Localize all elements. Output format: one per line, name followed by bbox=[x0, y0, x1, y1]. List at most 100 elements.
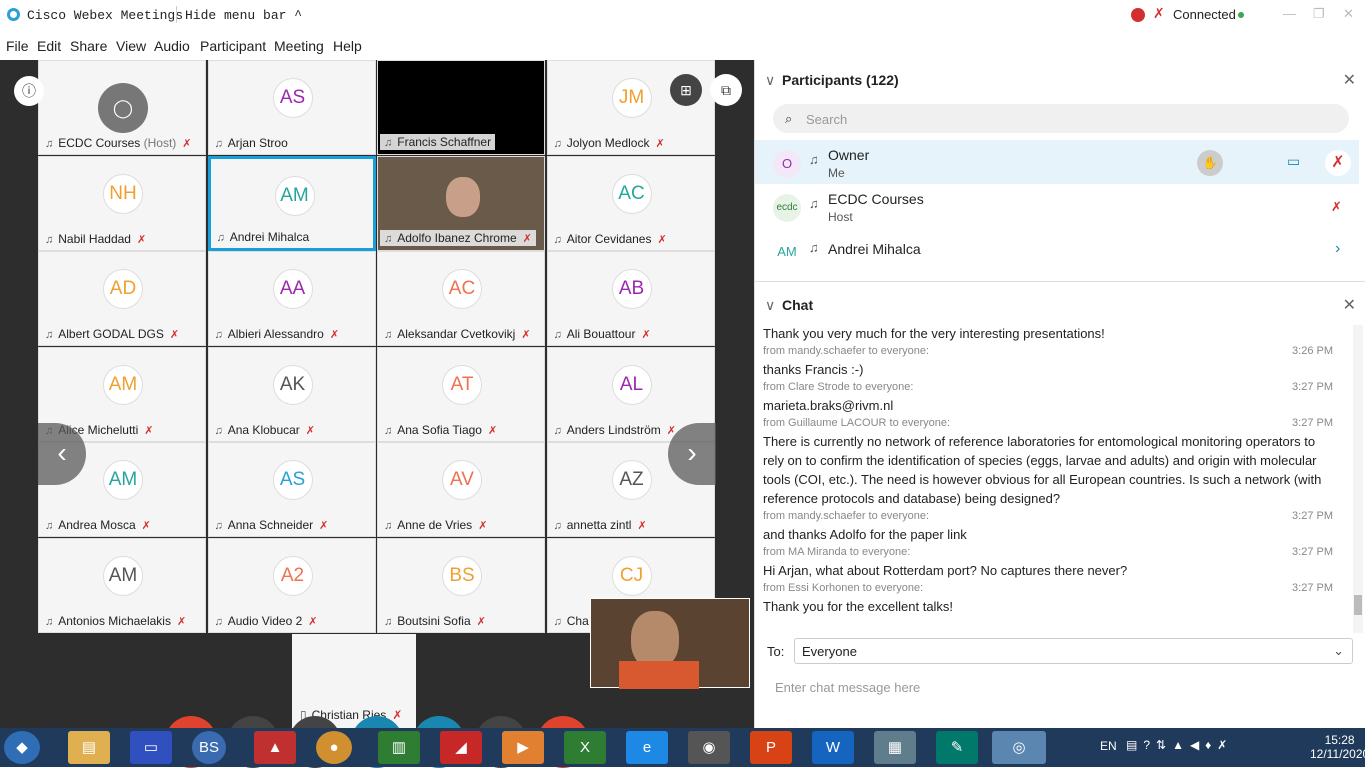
start-button[interactable]: ◆ bbox=[4, 731, 40, 764]
participant-tile[interactable]: AM ♫ Andrei Mihalca bbox=[207, 155, 376, 251]
participant-tile[interactable]: ♫ Adolfo Ibanez Chrome ✗ bbox=[377, 155, 545, 251]
app-icon-fire[interactable]: ▲ bbox=[254, 731, 296, 764]
menu-help[interactable]: Help bbox=[333, 38, 362, 54]
christian-ries-tile: ▯ Christian Ries ✗ bbox=[292, 634, 416, 728]
chat-scrollbar[interactable] bbox=[1353, 325, 1363, 633]
muted-mic-icon: ✗ bbox=[308, 615, 318, 628]
menu-view[interactable]: View bbox=[116, 38, 146, 54]
participant-tile[interactable]: AS ♫ Arjan Stroo bbox=[207, 60, 376, 155]
mute-icon[interactable]: ✗ bbox=[1325, 150, 1351, 176]
avatar: AM bbox=[103, 460, 143, 500]
headset-icon: ♫ bbox=[45, 615, 54, 628]
headset-icon: ♫ bbox=[214, 138, 223, 150]
maximize-button[interactable]: ❐ bbox=[1313, 6, 1325, 22]
publisher-icon[interactable]: ▥ bbox=[378, 731, 420, 764]
info-icon[interactable]: ⓘ bbox=[14, 76, 44, 106]
headset-icon: ♫ bbox=[214, 329, 223, 341]
bs-player-icon[interactable]: BS bbox=[192, 731, 226, 764]
menu-meeting[interactable]: Meeting bbox=[274, 38, 324, 54]
language-indicator[interactable]: EN bbox=[1100, 739, 1117, 753]
calculator-icon[interactable]: ▦ bbox=[874, 731, 916, 764]
participant-tile[interactable]: AC ♫ Aleksandar Cvetkovikj ✗ bbox=[377, 251, 545, 346]
word-icon[interactable]: W bbox=[812, 731, 854, 764]
muted-mic-icon: ✗ bbox=[521, 329, 531, 341]
muted-mic-icon: ✗ bbox=[319, 520, 329, 532]
chat-messages: Thank you very much for the very interes… bbox=[763, 324, 1333, 616]
menu-edit[interactable]: Edit bbox=[37, 38, 61, 54]
participant-tile[interactable]: BS ♫ Boutsini Sofia ✗ bbox=[377, 537, 545, 633]
menu-participant[interactable]: Participant bbox=[200, 38, 266, 54]
clock[interactable]: 15:28 12/11/2020 bbox=[1310, 733, 1365, 761]
chat-input[interactable]: Enter chat message here bbox=[775, 680, 920, 695]
search-input[interactable]: ⌕ Search bbox=[773, 104, 1349, 133]
participant-tile[interactable]: AC ♫ Aitor Cevidanes ✗ bbox=[546, 155, 715, 251]
collapse-chevron-icon[interactable]: ∨ bbox=[765, 297, 775, 314]
powerpoint-icon[interactable]: P bbox=[750, 731, 792, 764]
participant-row-owner[interactable]: O ♫ Owner Me ✋ ▭ ✗ bbox=[755, 140, 1359, 184]
minimize-button[interactable]: — bbox=[1283, 6, 1296, 21]
internet-explorer-icon[interactable]: e bbox=[626, 731, 668, 764]
chat-sender: from Essi Korhonen to everyone: 3:27 PM bbox=[763, 582, 1333, 594]
close-chat-icon[interactable]: ✕ bbox=[1343, 295, 1356, 315]
side-panel: ∨ Participants (122) ✕ ⌕ Search O ♫ Owne… bbox=[754, 60, 1365, 728]
participant-tile[interactable]: AD ♫ Albert GODAL DGS ✗ bbox=[38, 251, 206, 346]
chrome-icon[interactable]: ◉ bbox=[688, 731, 730, 764]
participant-tile[interactable]: AK ♫ Ana Klobucar ✗ bbox=[207, 346, 376, 442]
participant-tile[interactable]: AB ♫ Ali Bouattour ✗ bbox=[546, 251, 715, 346]
close-participants-icon[interactable]: ✕ bbox=[1343, 70, 1356, 90]
avatar: A2 bbox=[272, 555, 313, 596]
video-stage: ♫ ECDC Courses (Host) ✗ AS ♫ Arjan Stroo ♫ Fran… bbox=[0, 60, 754, 768]
acrobat-icon[interactable]: ◢ bbox=[440, 731, 482, 764]
save-icon[interactable]: ▭ bbox=[130, 731, 172, 764]
tray-icons[interactable]: ▤?⇅▲◀♦✗ bbox=[1126, 738, 1233, 752]
video-camera-icon[interactable]: ▭ bbox=[1287, 153, 1300, 170]
participant-tile[interactable]: AS ♫ Anna Schneider ✗ bbox=[207, 442, 376, 537]
headset-icon: ♫ bbox=[214, 424, 223, 437]
grid-view-icon[interactable]: ⊞ bbox=[670, 74, 702, 106]
participant-row-ecdc[interactable]: ecdc ♫ ECDC Courses Host ✗ bbox=[755, 184, 1359, 228]
tile-name: ♫ Ana Sofia Tiago ✗ bbox=[384, 422, 498, 437]
hide-menu-bar-button[interactable]: Hide menu bar ^ bbox=[185, 8, 302, 23]
app-icon-feather[interactable]: ✎ bbox=[936, 731, 978, 764]
close-window-button[interactable]: ✕ bbox=[1343, 6, 1354, 22]
media-player-icon[interactable]: ▶ bbox=[502, 731, 544, 764]
raise-hand-icon[interactable]: ✋ bbox=[1197, 150, 1223, 176]
firefox-icon[interactable]: ● bbox=[316, 731, 352, 764]
participant-tile[interactable]: AV ♫ Anne de Vries ✗ bbox=[377, 442, 545, 537]
layout-toggle-icon[interactable]: ⧉ bbox=[710, 74, 742, 106]
self-view-video[interactable] bbox=[590, 598, 750, 689]
tile-name: ♫ Jolyon Medlock ✗ bbox=[553, 136, 665, 150]
headset-icon: ♫ bbox=[553, 424, 562, 437]
tile-name: ♫ Audio Video 2 ✗ bbox=[214, 613, 318, 628]
muted-mic-icon: ✗ bbox=[176, 615, 187, 628]
tile-name: ♫ Anne de Vries ✗ bbox=[384, 518, 488, 532]
menu-file[interactable]: File bbox=[6, 38, 29, 54]
avatar: AD bbox=[103, 269, 143, 309]
tile-name: ♫ Andrei Mihalca bbox=[216, 229, 310, 244]
participant-row-andrei[interactable]: AM ♫ Andrei Mihalca › bbox=[755, 228, 1359, 268]
participant-tile[interactable]: AA ♫ Albieri Alessandro ✗ bbox=[207, 251, 376, 346]
participant-tile[interactable]: AM ♫ Antonios Michaelakis ✗ bbox=[38, 537, 206, 633]
participant-tile[interactable]: NH ♫ Nabil Haddad ✗ bbox=[38, 155, 206, 251]
chat-sender: from mandy.schaefer to everyone: 3:26 PM bbox=[763, 345, 1333, 357]
headset-icon: ♫ bbox=[553, 329, 562, 341]
webex-taskbar-icon[interactable]: ◎ bbox=[992, 731, 1046, 764]
tile-name: ♫ Antonios Michaelakis ✗ bbox=[45, 613, 187, 628]
audio-level-icon: › bbox=[1335, 240, 1341, 257]
chat-message: marieta.braks@rivm.nl bbox=[763, 398, 894, 413]
ecdc-logo-icon: ecdc bbox=[773, 194, 801, 222]
chat-bubble-icon[interactable]: ◯ bbox=[98, 83, 148, 133]
avatar: AA bbox=[272, 269, 313, 309]
recipient-select[interactable]: Everyone ⌄ bbox=[794, 638, 1353, 664]
menu-share[interactable]: Share bbox=[70, 38, 107, 54]
participant-tile[interactable]: A2 ♫ Audio Video 2 ✗ bbox=[207, 537, 376, 633]
tile-name: ♫ Francis Schaffner bbox=[380, 134, 496, 150]
excel-icon[interactable]: X bbox=[564, 731, 606, 764]
participant-tile[interactable]: AT ♫ Ana Sofia Tiago ✗ bbox=[377, 346, 545, 442]
muted-mic-icon: ✗ bbox=[657, 233, 667, 246]
collapse-chevron-icon[interactable]: ∨ bbox=[765, 72, 775, 89]
mute-icon[interactable]: ✗ bbox=[1331, 199, 1342, 215]
participant-tile[interactable]: ♫ Francis Schaffner bbox=[377, 60, 545, 155]
menu-audio[interactable]: Audio bbox=[154, 38, 190, 54]
explorer-icon[interactable]: ▤ bbox=[68, 731, 110, 764]
